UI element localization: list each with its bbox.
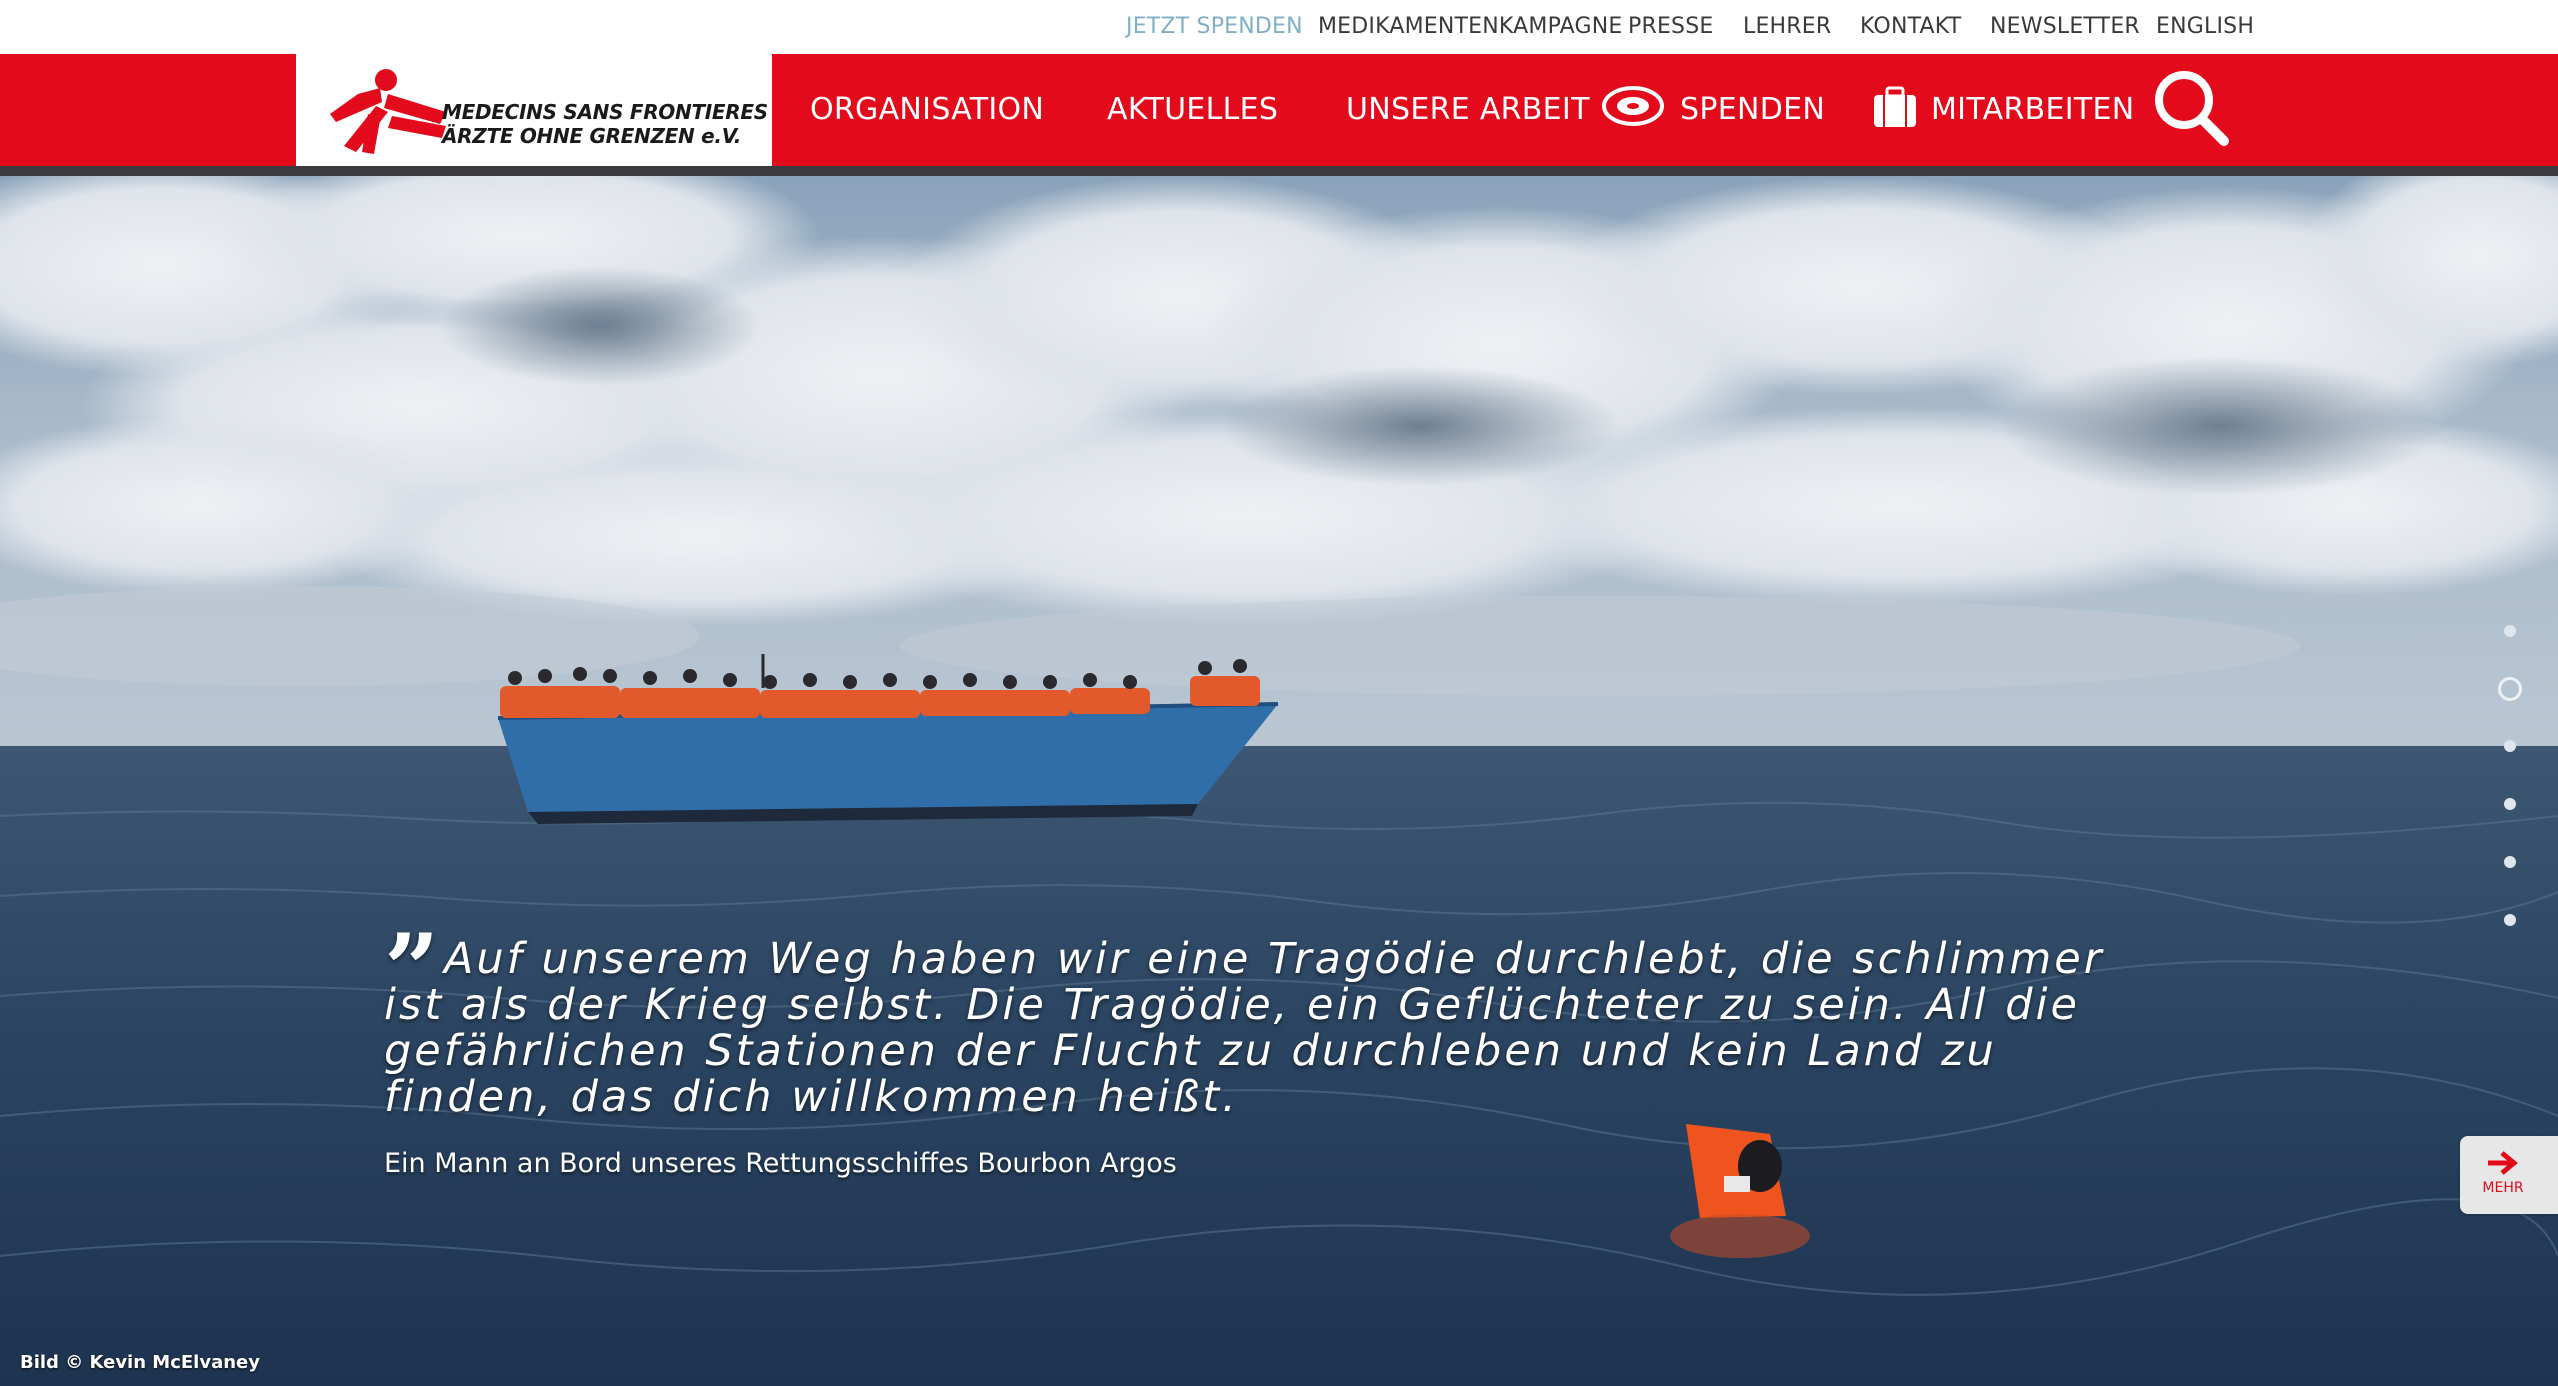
photo-credit: Bild © Kevin McElvaney (20, 1352, 260, 1373)
briefcase-icon (1874, 86, 1916, 127)
slide-dot-4[interactable] (2504, 798, 2516, 810)
slide-dot-5[interactable] (2504, 856, 2516, 868)
nav-spenden[interactable]: SPENDEN (1680, 54, 1825, 166)
arrow-right-icon (2488, 1151, 2518, 1175)
english-link[interactable]: ENGLISH (2156, 13, 2254, 41)
hero-caption: Ein Mann an Bord unseres Rettungsschiffe… (384, 1148, 1177, 1179)
nav-aktuelles[interactable]: AKTUELLES (1107, 54, 1278, 166)
slide-dot-1[interactable] (2504, 625, 2516, 637)
more-label: MEHR (2482, 1180, 2524, 1196)
search-button[interactable] (2152, 62, 2232, 152)
msf-runner-icon (330, 69, 446, 154)
contact-link[interactable]: KONTAKT (1860, 13, 1961, 41)
logo-line-1: MEDECINS SANS FRONTIERES (442, 100, 768, 124)
donate-now-link[interactable]: JETZT SPENDEN (1126, 13, 1303, 41)
nav-organisation[interactable]: ORGANISATION (810, 54, 1044, 166)
more-button[interactable]: MEHR (2460, 1136, 2558, 1214)
press-link[interactable]: PRESSE (1628, 13, 1713, 41)
nav-mitarbeiten[interactable]: MITARBEITEN (1931, 54, 2135, 166)
utility-bar: JETZT SPENDEN MEDIKAMENTENKAMPAGNE PRESS… (0, 0, 2558, 54)
hero-image (0, 176, 2558, 1386)
donation-icon (1602, 86, 1664, 126)
newsletter-link[interactable]: NEWSLETTER (1990, 13, 2140, 41)
nav-divider (0, 166, 2558, 176)
teachers-link[interactable]: LEHRER (1743, 13, 1831, 41)
slide-dot-3[interactable] (2504, 740, 2516, 752)
hero-quote-text: Auf unserem Weg haben wir eine Tragödie … (384, 934, 2105, 1122)
slide-dot-6[interactable] (2504, 914, 2516, 926)
nav-unsere-arbeit[interactable]: UNSERE ARBEIT (1346, 54, 1590, 166)
hero-slider: ” Auf unserem Weg haben wir eine Tragödi… (0, 176, 2558, 1386)
medication-campaign-link[interactable]: MEDIKAMENTENKAMPAGNE (1318, 13, 1623, 41)
hero-quote: Auf unserem Weg haben wir eine Tragödie … (384, 936, 2144, 1120)
logo[interactable]: MEDECINS SANS FRONTIERES ÄRZTE OHNE GREN… (296, 54, 772, 166)
logo-line-2: ÄRZTE OHNE GRENZEN e.V. (442, 124, 742, 148)
search-icon (2155, 71, 2229, 146)
slide-dot-2[interactable] (2498, 677, 2522, 701)
